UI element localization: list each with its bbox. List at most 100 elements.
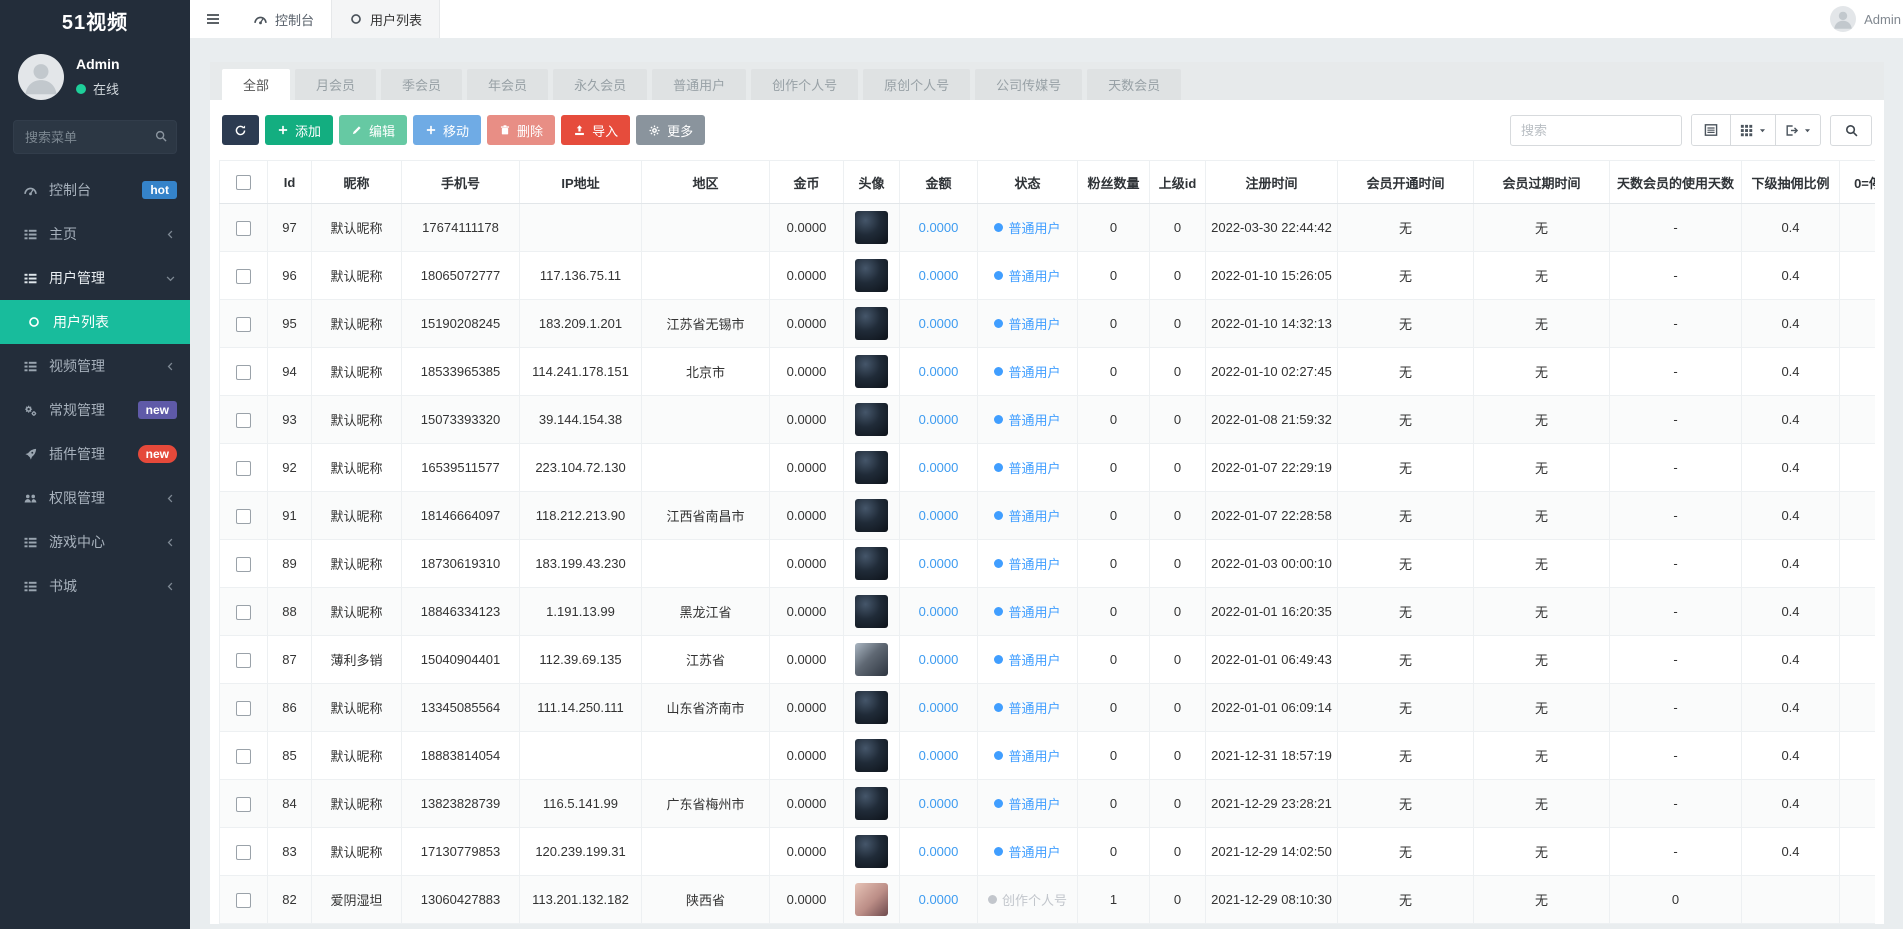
hamburger-icon[interactable]	[190, 0, 236, 38]
trash-icon	[499, 124, 511, 136]
sidebar-item-游戏中心[interactable]: 游戏中心	[0, 520, 190, 564]
row-checkbox[interactable]	[236, 797, 251, 812]
select-all-checkbox[interactable]	[236, 175, 251, 190]
amount-link[interactable]: 0.0000	[919, 556, 959, 571]
sidebar-item-权限管理[interactable]: 权限管理	[0, 476, 190, 520]
cell-checkbox	[220, 300, 268, 348]
status-dot-icon	[994, 703, 1003, 712]
cell-reg_time: 2022-01-01 06:49:43	[1206, 636, 1338, 684]
col-fans: 粉丝数量	[1078, 161, 1150, 204]
amount-link[interactable]: 0.0000	[919, 268, 959, 283]
cell-phone: 18883814054	[402, 732, 520, 780]
search-button[interactable]	[1830, 115, 1872, 146]
row-checkbox[interactable]	[236, 317, 251, 332]
filter-tab-公司传媒号[interactable]: 公司传媒号	[975, 69, 1082, 100]
cell-checkbox	[220, 540, 268, 588]
topbar-tabs: 控制台用户列表	[236, 0, 440, 38]
topbar-user[interactable]: Admin	[1830, 0, 1901, 38]
row-avatar	[855, 739, 888, 772]
amount-link[interactable]: 0.0000	[919, 220, 959, 235]
import-button[interactable]: 导入	[561, 115, 630, 145]
amount-link[interactable]: 0.0000	[919, 892, 959, 907]
sidebar-item-插件管理[interactable]: 插件管理new	[0, 432, 190, 476]
row-checkbox[interactable]	[236, 557, 251, 572]
sidebar-item-常规管理[interactable]: 常规管理new	[0, 388, 190, 432]
rocket-icon	[22, 447, 38, 462]
filter-tab-年会员[interactable]: 年会员	[467, 69, 548, 100]
amount-link[interactable]: 0.0000	[919, 460, 959, 475]
sidebar-item-用户管理[interactable]: 用户管理	[0, 256, 190, 300]
row-checkbox[interactable]	[236, 749, 251, 764]
more-button[interactable]: 更多	[636, 115, 705, 145]
amount-link[interactable]: 0.0000	[919, 748, 959, 763]
row-checkbox[interactable]	[236, 461, 251, 476]
row-avatar	[855, 259, 888, 292]
amount-link[interactable]: 0.0000	[919, 844, 959, 859]
col-status_flag: 0=停用	[1840, 161, 1876, 204]
edit-button[interactable]: 编辑	[339, 115, 407, 145]
cell-id: 91	[268, 492, 312, 540]
more-button-label: 更多	[667, 121, 693, 140]
row-checkbox[interactable]	[236, 605, 251, 620]
amount-link[interactable]: 0.0000	[919, 412, 959, 427]
row-checkbox[interactable]	[236, 413, 251, 428]
filter-tab-创作个人号[interactable]: 创作个人号	[751, 69, 858, 100]
filter-tab-月会员[interactable]: 月会员	[295, 69, 376, 100]
refresh-button[interactable]	[222, 115, 259, 145]
amount-link[interactable]: 0.0000	[919, 508, 959, 523]
topbar-tab-控制台[interactable]: 控制台	[236, 0, 331, 38]
cell-reg_time: 2022-01-10 14:32:13	[1206, 300, 1338, 348]
table-row: 85默认昵称188838140540.00000.0000普通用户002021-…	[220, 732, 1876, 780]
move-button[interactable]: 移动	[413, 115, 481, 145]
sidebar-item-视频管理[interactable]: 视频管理	[0, 344, 190, 388]
cell-ip: 183.209.1.201	[520, 300, 642, 348]
cell-amount: 0.0000	[900, 828, 978, 876]
amount-link[interactable]: 0.0000	[919, 700, 959, 715]
cell-region	[642, 204, 770, 252]
add-button[interactable]: 添加	[265, 115, 333, 145]
cell-status: 普通用户	[978, 204, 1078, 252]
row-checkbox[interactable]	[236, 845, 251, 860]
topbar-tab-用户列表[interactable]: 用户列表	[331, 0, 440, 38]
cell-days_used: -	[1610, 204, 1742, 252]
export-button[interactable]	[1776, 115, 1820, 145]
filter-tab-天数会员[interactable]: 天数会员	[1087, 69, 1181, 100]
cell-vip_start: 无	[1338, 348, 1474, 396]
status-badge: 普通用户	[994, 218, 1060, 237]
cell-region	[642, 396, 770, 444]
sidebar-search-input[interactable]	[13, 120, 177, 154]
filter-tab-全部[interactable]: 全部	[222, 69, 290, 100]
filter-tab-季会员[interactable]: 季会员	[381, 69, 462, 100]
table-search-input[interactable]	[1510, 115, 1682, 146]
row-checkbox[interactable]	[236, 269, 251, 284]
row-checkbox[interactable]	[236, 893, 251, 908]
amount-link[interactable]: 0.0000	[919, 604, 959, 619]
row-checkbox[interactable]	[236, 701, 251, 716]
sidebar-item-控制台[interactable]: 控制台hot	[0, 168, 190, 212]
status-label: 普通用户	[1008, 506, 1060, 525]
col-commission: 下级抽佣比例	[1742, 161, 1840, 204]
cell-nickname: 默认昵称	[312, 780, 402, 828]
amount-link[interactable]: 0.0000	[919, 364, 959, 379]
filter-tab-永久会员[interactable]: 永久会员	[553, 69, 647, 100]
grid-view-button[interactable]	[1731, 115, 1776, 145]
list-view-button[interactable]	[1692, 115, 1731, 145]
row-checkbox[interactable]	[236, 365, 251, 380]
cell-reg_time: 2022-03-30 22:44:42	[1206, 204, 1338, 252]
sidebar-item-书城[interactable]: 书城	[0, 564, 190, 608]
row-checkbox[interactable]	[236, 221, 251, 236]
sidebar-item-用户列表[interactable]: 用户列表	[0, 300, 190, 344]
cell-checkbox	[220, 876, 268, 924]
filter-tab-原创个人号[interactable]: 原创个人号	[863, 69, 970, 100]
row-checkbox[interactable]	[236, 509, 251, 524]
list-icon	[22, 271, 38, 286]
user-table: Id昵称手机号IP地址地区金币头像金额状态粉丝数量上级id注册时间会员开通时间会…	[219, 160, 1875, 924]
amount-link[interactable]: 0.0000	[919, 796, 959, 811]
filter-tab-普通用户[interactable]: 普通用户	[652, 69, 746, 100]
delete-button[interactable]: 删除	[487, 115, 555, 145]
amount-link[interactable]: 0.0000	[919, 316, 959, 331]
sidebar-item-right: new	[138, 445, 177, 463]
row-checkbox[interactable]	[236, 653, 251, 668]
sidebar-item-主页[interactable]: 主页	[0, 212, 190, 256]
amount-link[interactable]: 0.0000	[919, 652, 959, 667]
